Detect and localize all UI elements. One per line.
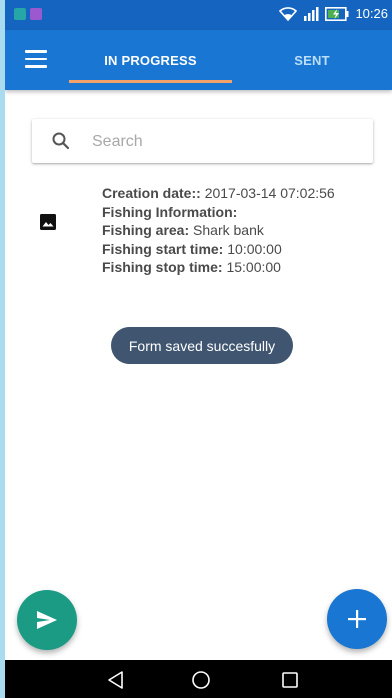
form-line-fishing-information: Fishing Information: (102, 203, 335, 222)
form-line-creation-date: Creation date:: 2017-03-14 07:02:56 (102, 184, 335, 203)
notification-icon (30, 8, 42, 20)
menu-icon (25, 50, 47, 53)
field-label: Fishing area: (102, 222, 190, 239)
field-value: Shark bank (193, 222, 264, 239)
tab-sent[interactable]: SENT (232, 30, 392, 90)
battery-icon (325, 6, 349, 21)
list-item[interactable]: Creation date:: 2017-03-14 07:02:56 Fish… (5, 180, 392, 284)
notification-icons (14, 8, 42, 20)
menu-button[interactable] (25, 50, 47, 68)
menu-icon-line (25, 57, 47, 60)
image-icon (40, 214, 56, 230)
field-label: Fishing stop time: (102, 259, 223, 276)
status-indicators: 10:26 (279, 6, 388, 21)
field-value: 15:00:00 (226, 259, 281, 276)
status-bar: 10:26 (5, 0, 392, 30)
app-bar: IN PROGRESS SENT (5, 30, 392, 90)
form-line-stop-time: Fishing stop time: 15:00:00 (102, 258, 335, 277)
tab-label: SENT (294, 52, 330, 68)
home-icon[interactable] (191, 670, 211, 690)
recents-icon[interactable] (280, 670, 300, 690)
form-details: Creation date:: 2017-03-14 07:02:56 Fish… (102, 184, 335, 277)
form-line-fishing-area: Fishing area: Shark bank (102, 221, 335, 240)
toast-message: Form saved succesfully (111, 327, 293, 364)
status-time: 10:26 (355, 6, 388, 21)
app-screen: 10:26 IN PROGRESS SENT C (5, 0, 392, 698)
notification-icon (14, 8, 26, 20)
send-icon (37, 611, 57, 629)
search-input[interactable] (90, 127, 364, 157)
field-label: Fishing Information: (102, 203, 238, 220)
add-form-button[interactable] (327, 589, 387, 649)
plus-icon (348, 610, 366, 628)
toast-text: Form saved succesfully (128, 337, 276, 354)
form-line-start-time: Fishing start time: 10:00:00 (102, 240, 335, 259)
signal-icon (304, 6, 319, 21)
field-value: 10:00:00 (227, 240, 282, 257)
navigation-bar (5, 660, 392, 698)
search-bar (32, 119, 373, 163)
menu-icon-line (25, 65, 47, 68)
field-value: 2017-03-14 07:02:56 (204, 185, 335, 201)
tab-label: IN PROGRESS (104, 52, 197, 68)
wifi-icon (279, 6, 298, 21)
field-label: Fishing start time: (102, 240, 224, 257)
field-label: Creation date:: (102, 185, 201, 201)
search-icon[interactable] (51, 131, 71, 151)
tab-indicator (69, 80, 232, 83)
back-icon[interactable] (106, 670, 126, 690)
send-button[interactable] (17, 590, 77, 650)
